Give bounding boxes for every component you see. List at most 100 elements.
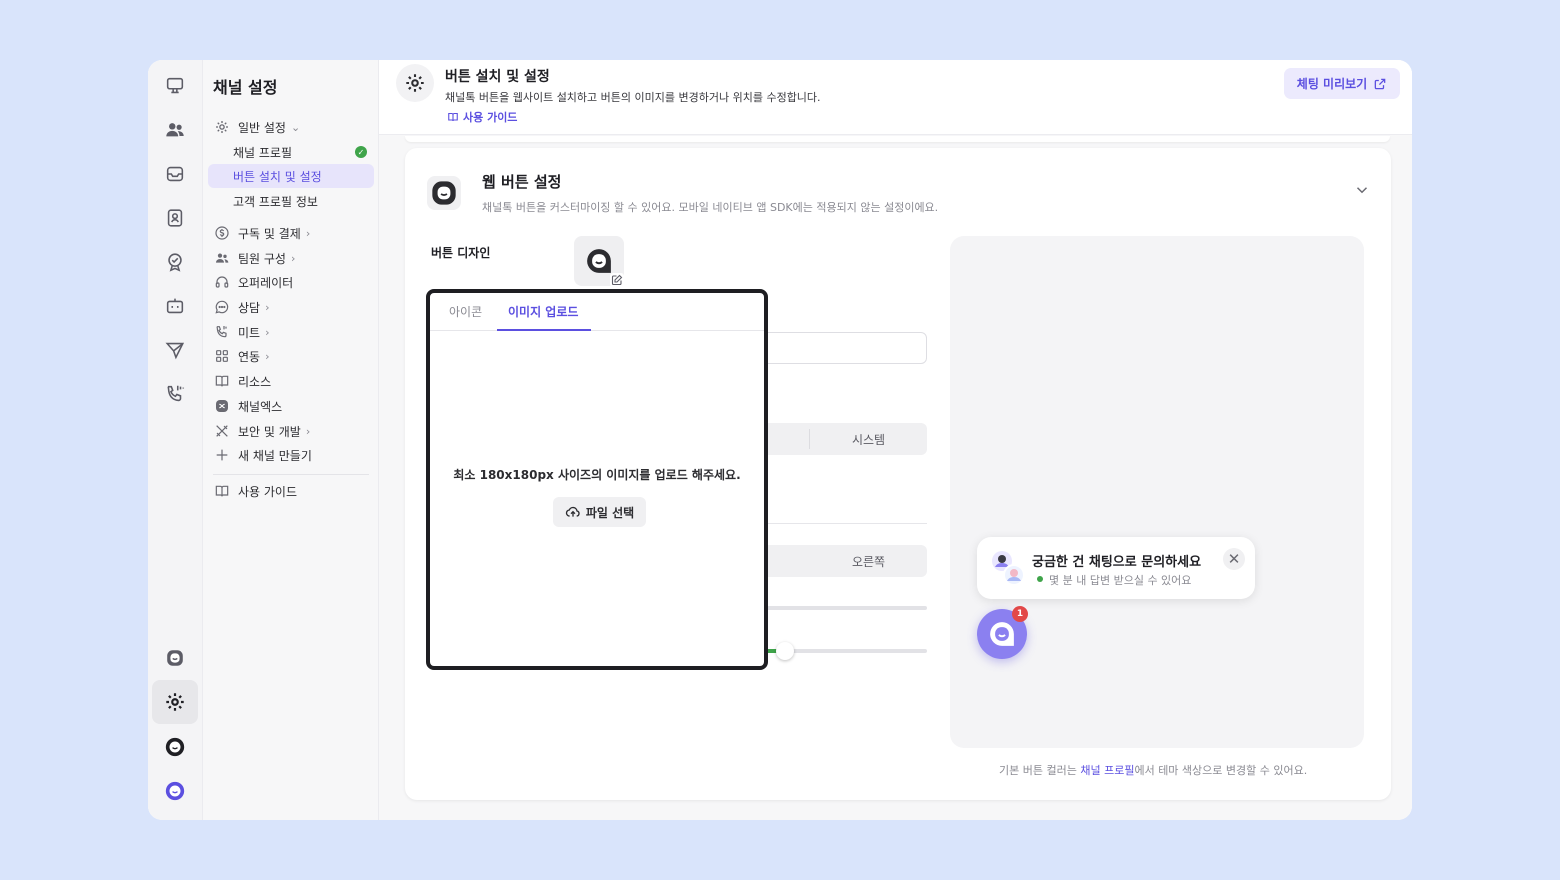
sidebar-item-channel-profile[interactable]: 채널 프로필 ✓ (208, 140, 374, 164)
book-icon (214, 373, 230, 389)
position-option-right[interactable]: 오른쪽 (810, 545, 927, 577)
chat-preview-label: 체팅 미리보기 (1296, 77, 1368, 91)
sidebar-item-team[interactable]: 팀원 구성 › (208, 246, 374, 270)
team-icon (214, 250, 230, 266)
sidebar-item-operator[interactable]: 오퍼레이터 (208, 270, 374, 294)
close-icon[interactable]: ✕ (1223, 548, 1245, 570)
color-footnote: 기본 버튼 컬러는 채널 프로필에서 테마 색상으로 변경할 수 있어요. (999, 762, 1307, 778)
button-design-label: 버튼 디자인 (431, 246, 491, 260)
sidebar-item-label: 구독 및 결제 (238, 226, 301, 241)
chevron-right-icon: › (290, 251, 296, 265)
channel-profile-link[interactable]: 채널 프로필 (1080, 764, 1134, 777)
edit-icon[interactable] (610, 273, 624, 287)
tab-icon[interactable]: 아이콘 (449, 303, 482, 320)
desk-icon[interactable] (152, 66, 198, 106)
guide-link-label: 사용 가이드 (463, 111, 518, 124)
operator-avatars-icon (992, 551, 1025, 586)
grid-icon (214, 348, 230, 364)
sidebar-item-label: 채널엑스 (238, 399, 283, 414)
tab-image-upload[interactable]: 이미지 업로드 (508, 303, 578, 320)
chevron-right-icon: › (265, 325, 270, 339)
previous-card-edge (405, 136, 1390, 142)
tools-icon (214, 423, 230, 439)
plus-icon (214, 447, 230, 463)
sidebar-item-customer-profile[interactable]: 고객 프로필 정보 (208, 189, 374, 213)
online-status-dot (1037, 576, 1043, 582)
file-select-button[interactable]: 파일 선택 (553, 497, 646, 527)
chevron-right-icon: › (305, 424, 311, 438)
workspace-avatar-icon[interactable] (152, 771, 198, 811)
phone-call-icon[interactable] (152, 374, 198, 414)
settings-sidebar: 채널 설정 일반 설정 ⌄ 채널 프로필 ✓ 버튼 설치 및 설정 고객 프로필… (203, 60, 379, 820)
sidebar-item-label: 연동 (238, 349, 261, 364)
bubble-subtitle: 몇 분 내 답변 받으실 수 있어요 (1049, 574, 1192, 587)
sidebar-item-label: 채널 프로필 (233, 145, 293, 160)
sidebar-item-label: 새 채널 만들기 (238, 448, 312, 463)
channeltalk-button-icon (427, 176, 461, 210)
sidebar-item-new-channel[interactable]: 새 채널 만들기 (208, 443, 374, 467)
page-header: 버튼 설치 및 설정 채널톡 버튼을 웹사이트 설치하고 버튼의 이미지를 변경… (379, 60, 1412, 135)
size-slider-handle[interactable] (776, 642, 794, 660)
users-icon[interactable] (152, 110, 198, 150)
channeltalk-account-icon[interactable] (152, 727, 198, 767)
book-icon (448, 112, 458, 122)
sidebar-item-general[interactable]: 일반 설정 ⌄ (208, 115, 374, 139)
card-description: 채널톡 버튼을 커스터마이징 할 수 있어요. 모바일 네이티브 앱 SDK에는… (482, 201, 939, 214)
chat-welcome-bubble[interactable]: 궁금한 건 채팅으로 문의하세요 몇 분 내 답변 받으실 수 있어요 ✕ (977, 537, 1255, 599)
sidebar-item-integration[interactable]: 연동 › (208, 344, 374, 368)
sidebar-item-security-dev[interactable]: 보안 및 개발 › (208, 419, 374, 443)
headset-icon (214, 274, 230, 290)
sidebar-item-channelx[interactable]: 채널엑스 (208, 394, 374, 418)
page-description: 채널톡 버튼을 웹사이트 설치하고 버튼의 이미지를 변경하거나 위치를 수정합… (445, 91, 821, 104)
cloud-upload-icon (565, 506, 580, 517)
sidebar-item-label: 리소스 (238, 374, 272, 389)
gear-icon (214, 119, 230, 135)
check-circle-icon: ✓ (355, 146, 367, 158)
inbox-icon[interactable] (152, 154, 198, 194)
theme-option-system[interactable]: 시스템 (810, 423, 927, 455)
chevron-right-icon: › (305, 226, 311, 240)
chevron-right-icon: › (265, 300, 270, 314)
settings-gear-icon[interactable] (152, 680, 198, 724)
send-icon[interactable] (152, 330, 198, 370)
phone-icon (214, 324, 230, 340)
guide-link[interactable]: 사용 가이드 (447, 109, 517, 125)
icon-rail (148, 60, 203, 820)
sidebar-item-label: 사용 가이드 (238, 484, 298, 499)
popover-tabs: 아이콘 이미지 업로드 (430, 293, 764, 331)
sidebar-item-label: 일반 설정 (238, 120, 286, 135)
sidebar-item-label: 고객 프로필 정보 (233, 194, 318, 209)
unread-badge: 1 (1012, 606, 1028, 622)
sidebar-item-button-settings[interactable]: 버튼 설치 및 설정 (208, 164, 374, 188)
sidebar-item-label: 팀원 구성 (238, 251, 286, 266)
button-image-popover: 아이콘 이미지 업로드 최소 180x180px 사이즈의 이미지를 업로드 해… (426, 289, 768, 670)
card-title: 웹 버튼 설정 (482, 173, 562, 191)
page-title: 버튼 설치 및 설정 (445, 69, 550, 85)
bubble-title: 궁금한 건 채팅으로 문의하세요 (1032, 555, 1202, 570)
sidebar-item-guide[interactable]: 사용 가이드 (208, 479, 374, 503)
sidebar-divider (213, 474, 369, 475)
settings-gear-icon (396, 64, 434, 102)
chevron-down-icon: ⌄ (290, 120, 301, 134)
chevron-down-icon[interactable] (1353, 181, 1371, 199)
sidebar-title: 채널 설정 (213, 78, 278, 97)
button-preview-area: 궁금한 건 채팅으로 문의하세요 몇 분 내 답변 받으실 수 있어요 ✕ 1 (950, 236, 1364, 748)
upload-instruction: 최소 180x180px 사이즈의 이미지를 업로드 해주세요. (453, 468, 741, 482)
dollar-icon (214, 225, 230, 241)
bot-icon[interactable] (152, 286, 198, 326)
badge-check-icon[interactable] (152, 242, 198, 282)
sidebar-item-billing[interactable]: 구독 및 결제 › (208, 221, 374, 245)
contact-card-icon[interactable] (152, 198, 198, 238)
sidebar-item-consultation[interactable]: 상담 › (208, 295, 374, 319)
sidebar-item-resources[interactable]: 리소스 (208, 369, 374, 393)
footnote-prefix: 기본 버튼 컬러는 (999, 764, 1081, 777)
sidebar-item-label: 오퍼레이터 (238, 275, 294, 290)
channeltalk-small-icon[interactable] (152, 638, 198, 678)
chevron-right-icon: › (265, 349, 270, 363)
active-tab-indicator (497, 329, 591, 331)
sidebar-item-meet[interactable]: 미트 › (208, 320, 374, 344)
sidebar-item-label: 상담 (238, 300, 261, 315)
sidebar-item-label: 버튼 설치 및 설정 (233, 169, 322, 184)
chat-preview-button[interactable]: 체팅 미리보기 (1284, 68, 1400, 99)
file-select-label: 파일 선택 (585, 505, 635, 520)
